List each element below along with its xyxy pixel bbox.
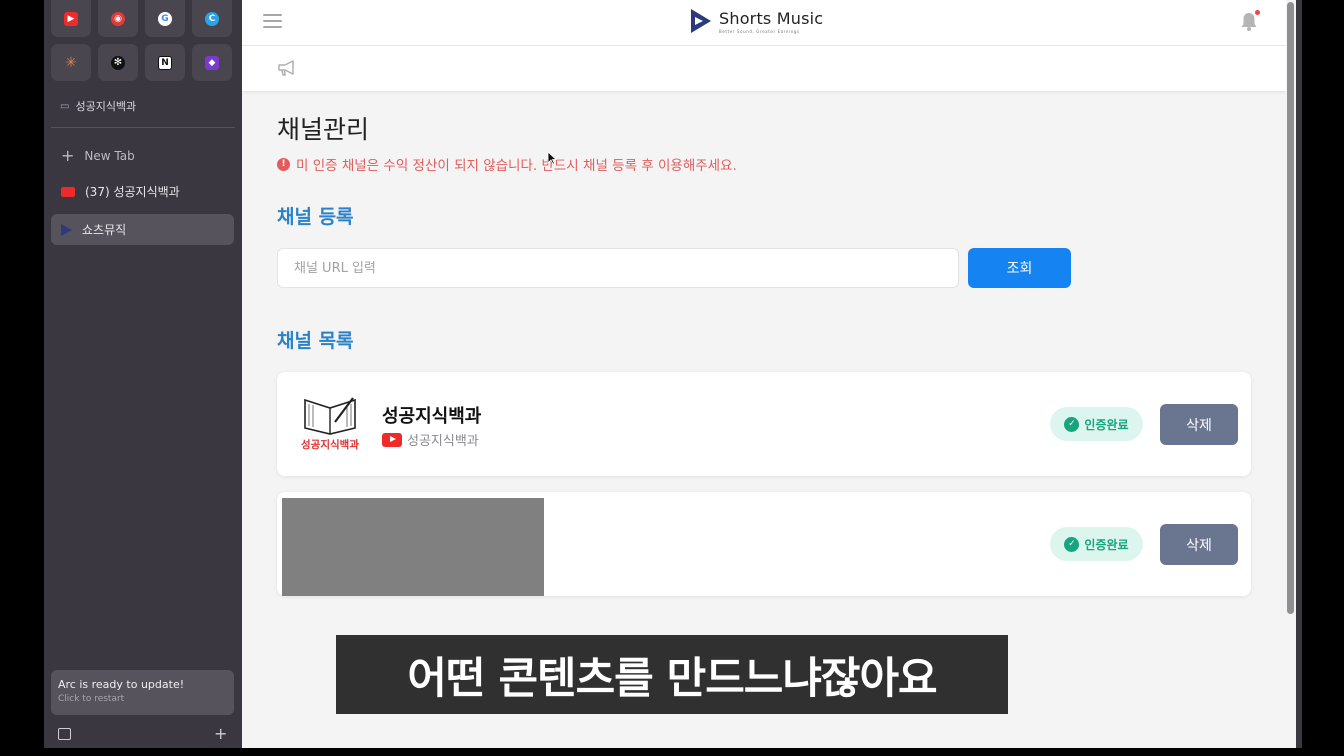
- tab-label: (37) 성공지식백과: [85, 185, 180, 199]
- youtube-icon: ▶: [64, 11, 78, 26]
- channel-url-input[interactable]: [277, 248, 959, 288]
- update-subtitle: Click to restart: [58, 694, 125, 704]
- scrollbar-thumb[interactable]: [1287, 2, 1294, 614]
- favorite-app[interactable]: ◉: [98, 0, 138, 37]
- app-icon: ◉: [111, 11, 125, 26]
- sidebar-divider: [51, 127, 235, 128]
- logo-text: Shorts Music: [719, 8, 824, 28]
- sidebar-tab-shorts-music[interactable]: 쇼츠뮤직: [51, 214, 234, 245]
- youtube-icon: [61, 186, 75, 197]
- favorite-claude[interactable]: ✳: [51, 44, 91, 81]
- favorite-notion[interactable]: N: [145, 44, 185, 81]
- channel-card: 성공지식백과 성공지식백과 성공지식백과 ✓ 인증완료 삭제: [277, 372, 1251, 476]
- favorites-grid: ▶ ◉ G C ✳ ✻ N ◆: [51, 0, 232, 81]
- status-text: 인증완료: [1084, 417, 1129, 432]
- list-heading: 채널 목록: [277, 330, 354, 352]
- pinned-item[interactable]: ▭ 성공지식백과: [60, 98, 136, 114]
- delete-button[interactable]: 삭제: [1160, 404, 1238, 445]
- browser-right-edge: [1296, 0, 1302, 748]
- shorts-music-logo-icon: [691, 9, 711, 33]
- claude-icon: ✳: [65, 54, 77, 71]
- sidebar-tab-youtube[interactable]: (37) 성공지식백과: [51, 176, 234, 207]
- top-bar: Shorts Music Better Sound, Greater Earni…: [242, 0, 1286, 46]
- search-button[interactable]: 조회: [968, 248, 1071, 288]
- menu-icon[interactable]: [263, 14, 282, 28]
- favorite-app2[interactable]: ◆: [192, 44, 232, 81]
- update-title: Arc is ready to update!: [58, 678, 185, 691]
- google-icon: G: [158, 11, 172, 26]
- verified-badge: ✓ 인증완료: [1050, 527, 1143, 561]
- favorite-google[interactable]: G: [145, 0, 185, 37]
- new-tab-button[interactable]: + New Tab: [51, 140, 234, 171]
- alert-icon: !: [277, 157, 290, 171]
- add-icon[interactable]: +: [214, 724, 227, 743]
- channel-thumbnail: 성공지식백과: [301, 397, 359, 451]
- canva-icon: C: [205, 11, 219, 26]
- new-tab-label: New Tab: [84, 148, 135, 163]
- browser-sidebar: ▶ ◉ G C ✳ ✻ N ◆ ▭ 성공지식백과 + New Tab (37) …: [44, 0, 242, 748]
- update-banner[interactable]: Arc is ready to update! Click to restart: [51, 670, 234, 715]
- app2-icon: ◆: [205, 55, 219, 70]
- plus-icon: +: [61, 146, 75, 165]
- favorite-canva[interactable]: C: [192, 0, 232, 37]
- notification-dot: [1255, 10, 1260, 15]
- announcement-bar: [242, 46, 1286, 91]
- status-text: 인증완료: [1084, 537, 1129, 552]
- youtube-icon: [382, 432, 402, 447]
- channel-name: 성공지식백과: [382, 406, 482, 427]
- warning-message: ! 미 인증 채널은 수익 정산이 되지 않습니다. 반드시 채널 등록 후 이…: [277, 154, 737, 174]
- shorts-music-icon: [61, 223, 72, 236]
- channel-youtube-name: 성공지식백과: [407, 434, 479, 449]
- register-heading: 채널 등록: [277, 206, 354, 228]
- megaphone-icon[interactable]: [277, 59, 297, 77]
- check-circle-icon: ✓: [1064, 416, 1080, 432]
- book-icon: ▭: [60, 100, 70, 112]
- archive-icon[interactable]: [58, 728, 71, 740]
- mouse-cursor-icon: [547, 151, 557, 165]
- notion-icon: N: [158, 55, 172, 70]
- channel-card: ✓ 인증완료 삭제: [277, 492, 1251, 596]
- redacted-thumbnail: [282, 498, 544, 596]
- logo-tagline: Better Sound, Greater Earnings: [719, 28, 800, 34]
- channel-youtube-link[interactable]: 성공지식백과: [382, 430, 479, 449]
- chatgpt-icon: ✻: [111, 55, 125, 70]
- warning-text: 미 인증 채널은 수익 정산이 되지 않습니다. 반드시 채널 등록 후 이용해…: [296, 158, 737, 174]
- video-subtitle: 어떤 콘텐츠를 만드느냐잖아요: [336, 635, 1008, 714]
- svg-text:성공지식백과: 성공지식백과: [301, 438, 359, 451]
- page-title: 채널관리: [277, 115, 370, 144]
- logo[interactable]: Shorts Music Better Sound, Greater Earni…: [689, 8, 823, 34]
- verified-badge: ✓ 인증완료: [1050, 407, 1143, 441]
- pinned-label: 성공지식백과: [75, 100, 137, 113]
- check-circle-icon: ✓: [1064, 536, 1080, 552]
- favorite-youtube[interactable]: ▶: [51, 0, 91, 37]
- favorite-chatgpt[interactable]: ✻: [98, 44, 138, 81]
- delete-button[interactable]: 삭제: [1160, 524, 1238, 565]
- tab-label: 쇼츠뮤직: [82, 223, 127, 237]
